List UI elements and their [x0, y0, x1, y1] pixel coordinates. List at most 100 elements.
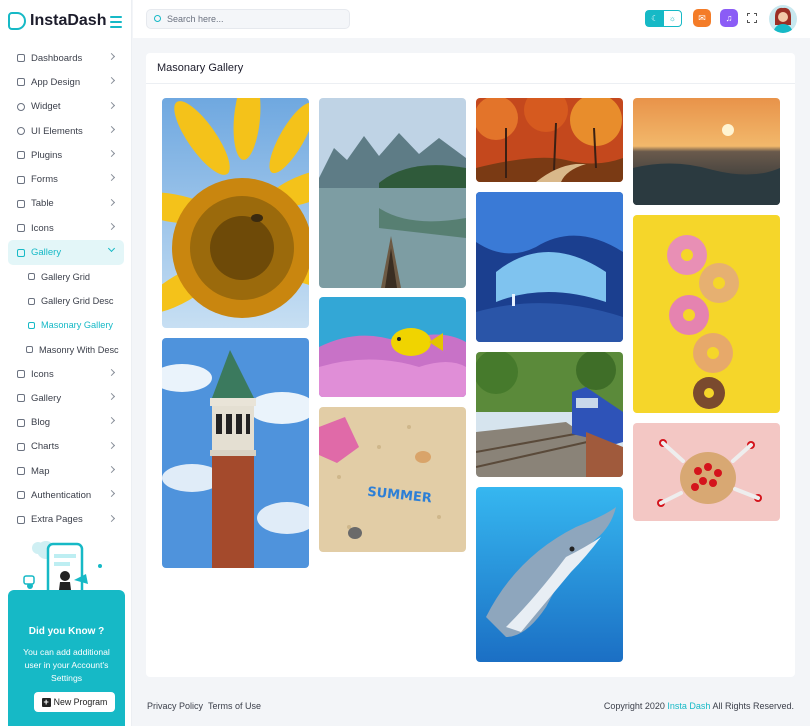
new-program-button[interactable]: + New Program: [34, 692, 115, 712]
plugin-icon: [17, 151, 25, 160]
privacy-policy-link[interactable]: Privacy Policy: [147, 701, 203, 711]
fullscreen-icon[interactable]: [747, 13, 757, 23]
sidebar: InstaDash Dashboards App Design Widget U…: [0, 0, 132, 726]
icons-icon: [17, 224, 25, 233]
sidebar-item-authentication[interactable]: Authentication: [8, 483, 124, 507]
plus-icon: +: [41, 696, 51, 707]
footer: Privacy Policy Terms of Use Copyright 20…: [133, 690, 810, 726]
chevron-right-icon: [107, 101, 116, 109]
notification-button[interactable]: ♫: [720, 9, 738, 27]
search-icon: [154, 15, 161, 22]
masonry-icon: [26, 346, 33, 354]
chevron-right-icon: [107, 490, 116, 498]
donut-photo: [633, 215, 780, 413]
map-icon: [17, 467, 25, 476]
dolphin-photo: [476, 487, 623, 662]
chevron-right-icon: [107, 223, 116, 231]
gallery-icon: [17, 248, 25, 257]
brand-link[interactable]: Insta Dash: [667, 701, 710, 711]
app-name: InstaDash: [30, 12, 107, 29]
chevron-right-icon: [107, 198, 116, 206]
chevron-down-icon: [107, 245, 116, 253]
terms-of-use-link[interactable]: Terms of Use: [208, 701, 261, 711]
sidebar-subitem-gallery-grid-desc[interactable]: Gallery Grid Desc: [8, 289, 124, 313]
gallery-item-sunflower[interactable]: [162, 98, 309, 328]
sidebar-item-plugins[interactable]: Plugins: [8, 143, 124, 167]
page-title: Masonary Gallery: [157, 62, 244, 74]
train-photo: [476, 352, 623, 477]
sunset-photo: [633, 98, 780, 205]
chevron-right-icon: [107, 125, 116, 133]
sidebar-item-charts[interactable]: Charts: [8, 435, 124, 459]
sidebar-item-ui-elements[interactable]: UI Elements: [8, 119, 124, 143]
gallery-icon: [17, 394, 25, 403]
sidebar-item-map[interactable]: Map: [8, 459, 124, 483]
gallery-item-mountain-lake[interactable]: [319, 98, 466, 288]
widget-icon: [17, 102, 25, 111]
sidebar-item-blog[interactable]: Blog: [8, 410, 124, 434]
gallery-item-berries[interactable]: [633, 423, 780, 521]
promo-card: Did you Know ? You can add additional us…: [8, 590, 125, 726]
sidebar-item-table[interactable]: Table: [8, 192, 124, 216]
gallery-item-bell-tower[interactable]: [162, 338, 309, 568]
chevron-right-icon: [107, 514, 116, 522]
sidebar-item-icons[interactable]: Icons: [8, 216, 124, 240]
sidebar-item-forms[interactable]: Forms: [8, 167, 124, 191]
promo-text: You can add additional user in your Acco…: [23, 647, 110, 683]
mail-icon: ✉: [698, 12, 706, 23]
lake-photo: [319, 98, 466, 288]
blog-icon: [17, 418, 25, 427]
menu-toggle-icon[interactable]: [110, 16, 122, 31]
table-icon: [17, 199, 25, 208]
chevron-right-icon: [107, 150, 116, 158]
search-input[interactable]: [167, 12, 342, 26]
logo[interactable]: InstaDash: [8, 12, 106, 30]
sidebar-item-app-design[interactable]: App Design: [8, 70, 124, 94]
form-icon: [17, 175, 25, 184]
lock-icon: [17, 491, 25, 500]
logo-icon: [8, 12, 26, 30]
chevron-right-icon: [107, 368, 116, 376]
chevron-right-icon: [107, 441, 116, 449]
chart-icon: [17, 442, 25, 451]
sun-icon[interactable]: ☼: [664, 11, 682, 26]
sidebar-item-widget[interactable]: Widget: [8, 95, 124, 119]
gallery-item-coral-fish[interactable]: [319, 297, 466, 397]
sidebar-subitem-masonary-gallery[interactable]: Masonary Gallery: [8, 313, 124, 337]
phone-icon: [17, 78, 25, 87]
chevron-right-icon: [107, 417, 116, 425]
forest-photo: [476, 98, 623, 182]
grid-icon: [28, 297, 35, 305]
sidebar-subitem-masonry-with-desc[interactable]: Masonry With Desc: [8, 338, 124, 362]
mail-button[interactable]: ✉: [693, 9, 711, 27]
bell-icon: ♫: [725, 13, 733, 23]
sidebar-subitem-gallery-grid[interactable]: Gallery Grid: [8, 265, 124, 289]
gallery-item-donuts[interactable]: [633, 215, 780, 413]
gallery-item-summer-beach[interactable]: SUMMER: [319, 407, 466, 552]
chevron-right-icon: [107, 77, 116, 85]
home-icon: [17, 54, 25, 63]
tower-photo: [162, 338, 309, 568]
search-box: [146, 9, 350, 29]
sidebar-item-icons-2[interactable]: Icons: [8, 362, 124, 386]
sidebar-item-extra-pages[interactable]: Extra Pages: [8, 508, 124, 532]
gallery-card: Masonary Gallery SUMMER: [146, 53, 795, 677]
sunflower-photo: [162, 98, 309, 328]
promo-title: Did you Know ?: [28, 626, 105, 637]
chevron-right-icon: [107, 52, 116, 61]
top-header: ☾ ☼ ✉ ♫: [133, 0, 810, 38]
moon-icon[interactable]: ☾: [646, 11, 664, 26]
user-avatar[interactable]: [769, 5, 797, 33]
gallery-item-autumn-forest[interactable]: [476, 98, 623, 182]
theme-toggle[interactable]: ☾ ☼: [645, 10, 682, 27]
gallery-item-ice-cave[interactable]: [476, 192, 623, 342]
fish-photo: [319, 297, 466, 397]
chevron-right-icon: [107, 174, 116, 182]
gallery-item-train[interactable]: [476, 352, 623, 477]
grid-icon: [28, 273, 35, 281]
gallery-item-dolphin[interactable]: [476, 487, 623, 662]
sidebar-item-gallery-2[interactable]: Gallery: [8, 386, 124, 410]
sidebar-item-dashboards[interactable]: Dashboards: [8, 46, 124, 70]
sidebar-item-gallery[interactable]: Gallery: [8, 240, 124, 265]
gallery-item-ocean-sunset[interactable]: [633, 98, 780, 205]
